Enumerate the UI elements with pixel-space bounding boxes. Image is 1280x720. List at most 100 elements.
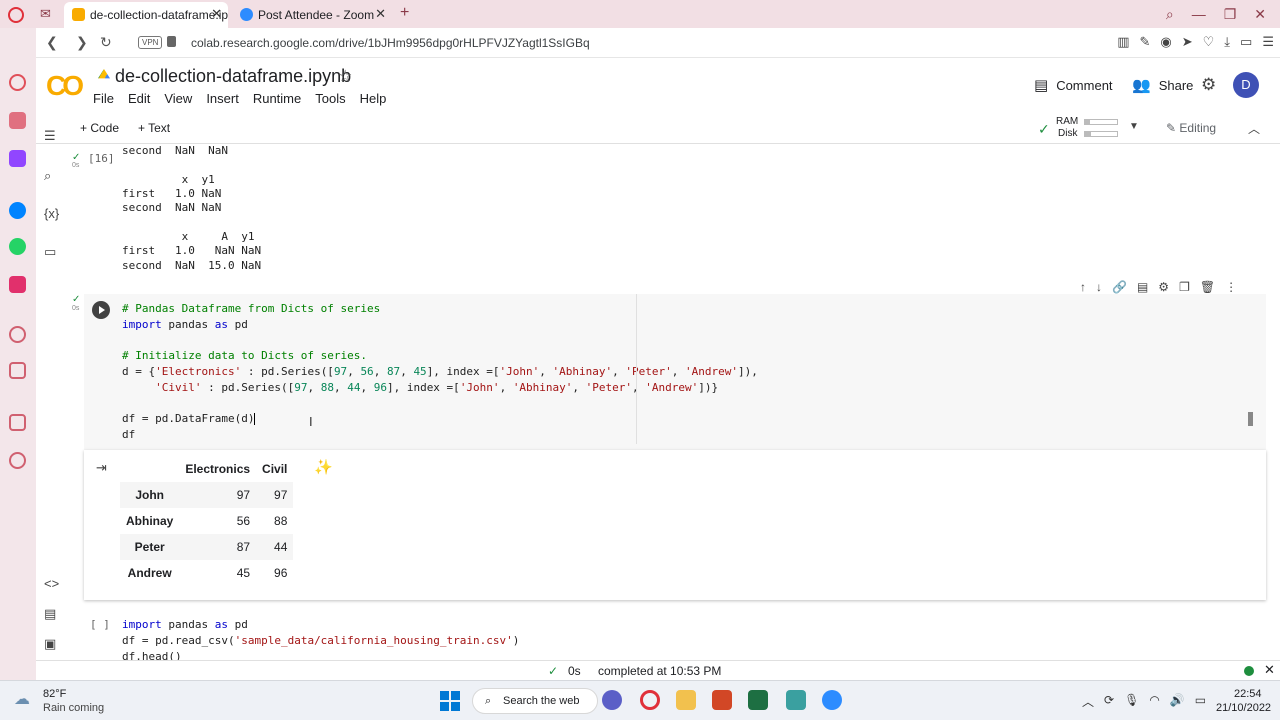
close-icon[interactable]: ✕ [1264, 662, 1275, 678]
toc-icon[interactable]: ☰ [44, 128, 56, 144]
folder-icon[interactable]: ▭ [44, 244, 56, 260]
editor-scrollbar[interactable] [1248, 412, 1253, 426]
reader-icon[interactable]: ▥ [1117, 34, 1129, 50]
bag-icon[interactable] [9, 112, 26, 129]
comment-icon[interactable]: ▤ [1137, 280, 1148, 294]
instagram-icon[interactable] [9, 276, 26, 293]
magic-wand-icon[interactable]: ✨ [314, 458, 333, 476]
wifi-icon[interactable]: ◠ [1149, 693, 1159, 710]
notebook-title[interactable]: de-collection-dataframe.ipynb [115, 66, 351, 87]
link-icon[interactable]: 🔗 [1112, 280, 1127, 294]
volume-icon[interactable]: 🔊 [1170, 693, 1185, 710]
back-icon[interactable]: ❮ [46, 34, 58, 51]
camera-icon[interactable]: ◉ [1160, 34, 1171, 50]
start-button[interactable] [440, 691, 460, 711]
code-cell[interactable]: [ ] import pandas as pd df = pd.read_csv… [84, 610, 1266, 660]
edit-icon[interactable]: ✎ [1139, 34, 1150, 50]
close-tab-icon[interactable]: ✕ [211, 6, 222, 22]
share-button[interactable]: 👥 Share [1132, 76, 1193, 94]
weather-desc[interactable]: Rain coming [43, 702, 104, 714]
weather-temp[interactable]: 82°F [43, 688, 66, 700]
clock-date[interactable]: 21/10/2022 [1216, 702, 1271, 714]
whatsapp-icon[interactable] [9, 238, 26, 255]
code-snippets-icon[interactable]: <> [44, 576, 59, 591]
close-tab-icon[interactable]: ✕ [375, 6, 386, 22]
menu-help[interactable]: Help [360, 91, 387, 106]
add-text-button[interactable]: + Text [138, 121, 170, 135]
minimize-icon[interactable]: — [1192, 6, 1206, 22]
more-icon[interactable]: ⋮ [1225, 280, 1237, 294]
command-palette-icon[interactable]: ▤ [44, 606, 56, 622]
variables-icon[interactable]: {x} [44, 206, 59, 221]
speed-dial-icon[interactable] [9, 74, 26, 91]
tab-zoom[interactable]: Post Attendee - Zoom ✕ [232, 2, 392, 28]
file-explorer-icon[interactable] [676, 690, 696, 710]
search-icon[interactable]: ⌕ [1166, 6, 1174, 23]
twitch-icon[interactable] [9, 150, 26, 167]
download-icon[interactable]: ⤓ [1224, 34, 1230, 50]
opera-taskbar-icon[interactable] [640, 690, 660, 710]
terminal-icon[interactable]: ▣ [44, 636, 56, 652]
new-tab-icon[interactable]: + [400, 4, 409, 22]
forward-icon[interactable]: ❯ [76, 34, 88, 51]
output-actions-icon[interactable]: ⇥ [96, 460, 107, 476]
exec-count[interactable]: [16] [88, 152, 115, 165]
settings-icon[interactable] [9, 452, 26, 469]
close-window-icon[interactable]: ✕ [1254, 6, 1266, 23]
add-code-button[interactable]: + Code [80, 121, 119, 135]
cube-icon[interactable] [9, 414, 26, 431]
menu-icon[interactable]: ☰ [1262, 34, 1274, 50]
menu-file[interactable]: File [93, 91, 114, 106]
colab-logo[interactable]: CO [46, 70, 84, 102]
zoom-taskbar-icon[interactable] [822, 690, 842, 710]
reload-icon[interactable]: ↻ [100, 34, 112, 51]
app-icon[interactable] [786, 690, 806, 710]
menu-runtime[interactable]: Runtime [253, 91, 301, 106]
table-row: Peter 87 44 [120, 534, 294, 560]
editing-button[interactable]: ✎ Editing [1166, 121, 1216, 135]
disk-meter[interactable] [1084, 131, 1118, 137]
sync-icon[interactable]: ⟳ [1104, 693, 1114, 710]
chevron-up-icon[interactable]: ︿ [1248, 120, 1260, 137]
run-cell-button[interactable] [92, 301, 110, 319]
gear-icon[interactable]: ⚙ [1158, 280, 1169, 294]
taskbar-search[interactable]: ⌕ Search the web [472, 688, 598, 714]
menu-tools[interactable]: Tools [315, 91, 345, 106]
avatar[interactable]: D [1233, 72, 1259, 98]
teams-icon[interactable] [602, 690, 622, 710]
battery-icon[interactable]: ▭ [1240, 34, 1252, 50]
menu-insert[interactable]: Insert [206, 91, 239, 106]
menu-edit[interactable]: Edit [128, 91, 150, 106]
tab-colab[interactable]: de-collection-dataframe.ip ✕ [64, 2, 228, 28]
star-icon[interactable]: ☆ [338, 66, 352, 86]
send-icon[interactable]: ➤ [1182, 34, 1193, 50]
excel-icon[interactable] [748, 690, 768, 710]
heart-icon[interactable]: ♡ [1203, 34, 1215, 50]
opera-logo-icon[interactable] [8, 7, 24, 23]
weather-icon[interactable]: ☁ [14, 689, 30, 709]
player-icon[interactable] [9, 326, 26, 343]
mirror-icon[interactable]: ❐ [1179, 280, 1190, 294]
menu-view[interactable]: View [164, 91, 192, 106]
delete-icon[interactable]: 🗑 [1200, 280, 1215, 294]
url-field[interactable]: colab.research.google.com/drive/1bJHm995… [191, 36, 590, 50]
messenger-icon[interactable] [9, 202, 26, 219]
vpn-badge[interactable]: VPN [138, 36, 163, 49]
code-cell[interactable]: # Pandas Dataframe from Dicts of series … [84, 294, 1266, 452]
gear-icon[interactable]: ⚙ [1201, 75, 1216, 95]
history-icon[interactable] [9, 362, 26, 379]
chevron-up-icon[interactable]: ︿ [1082, 693, 1094, 710]
powerpoint-icon[interactable] [712, 690, 732, 710]
gift-icon[interactable]: ✉ [40, 6, 51, 22]
search-icon[interactable]: ⌕ [44, 168, 51, 184]
maximize-icon[interactable]: ❐ [1224, 6, 1237, 23]
exec-count[interactable]: [ ] [90, 618, 110, 631]
move-up-icon[interactable]: ↑ [1080, 280, 1086, 294]
clock-time[interactable]: 22:54 [1234, 688, 1262, 700]
mic-icon[interactable]: 🎙 [1124, 693, 1139, 710]
comment-button[interactable]: ▤ Comment [1034, 76, 1113, 94]
ram-meter[interactable] [1084, 119, 1118, 125]
battery-icon[interactable]: ▭ [1195, 693, 1206, 710]
move-down-icon[interactable]: ↓ [1096, 280, 1102, 294]
chevron-down-icon[interactable]: ▼ [1129, 121, 1139, 132]
